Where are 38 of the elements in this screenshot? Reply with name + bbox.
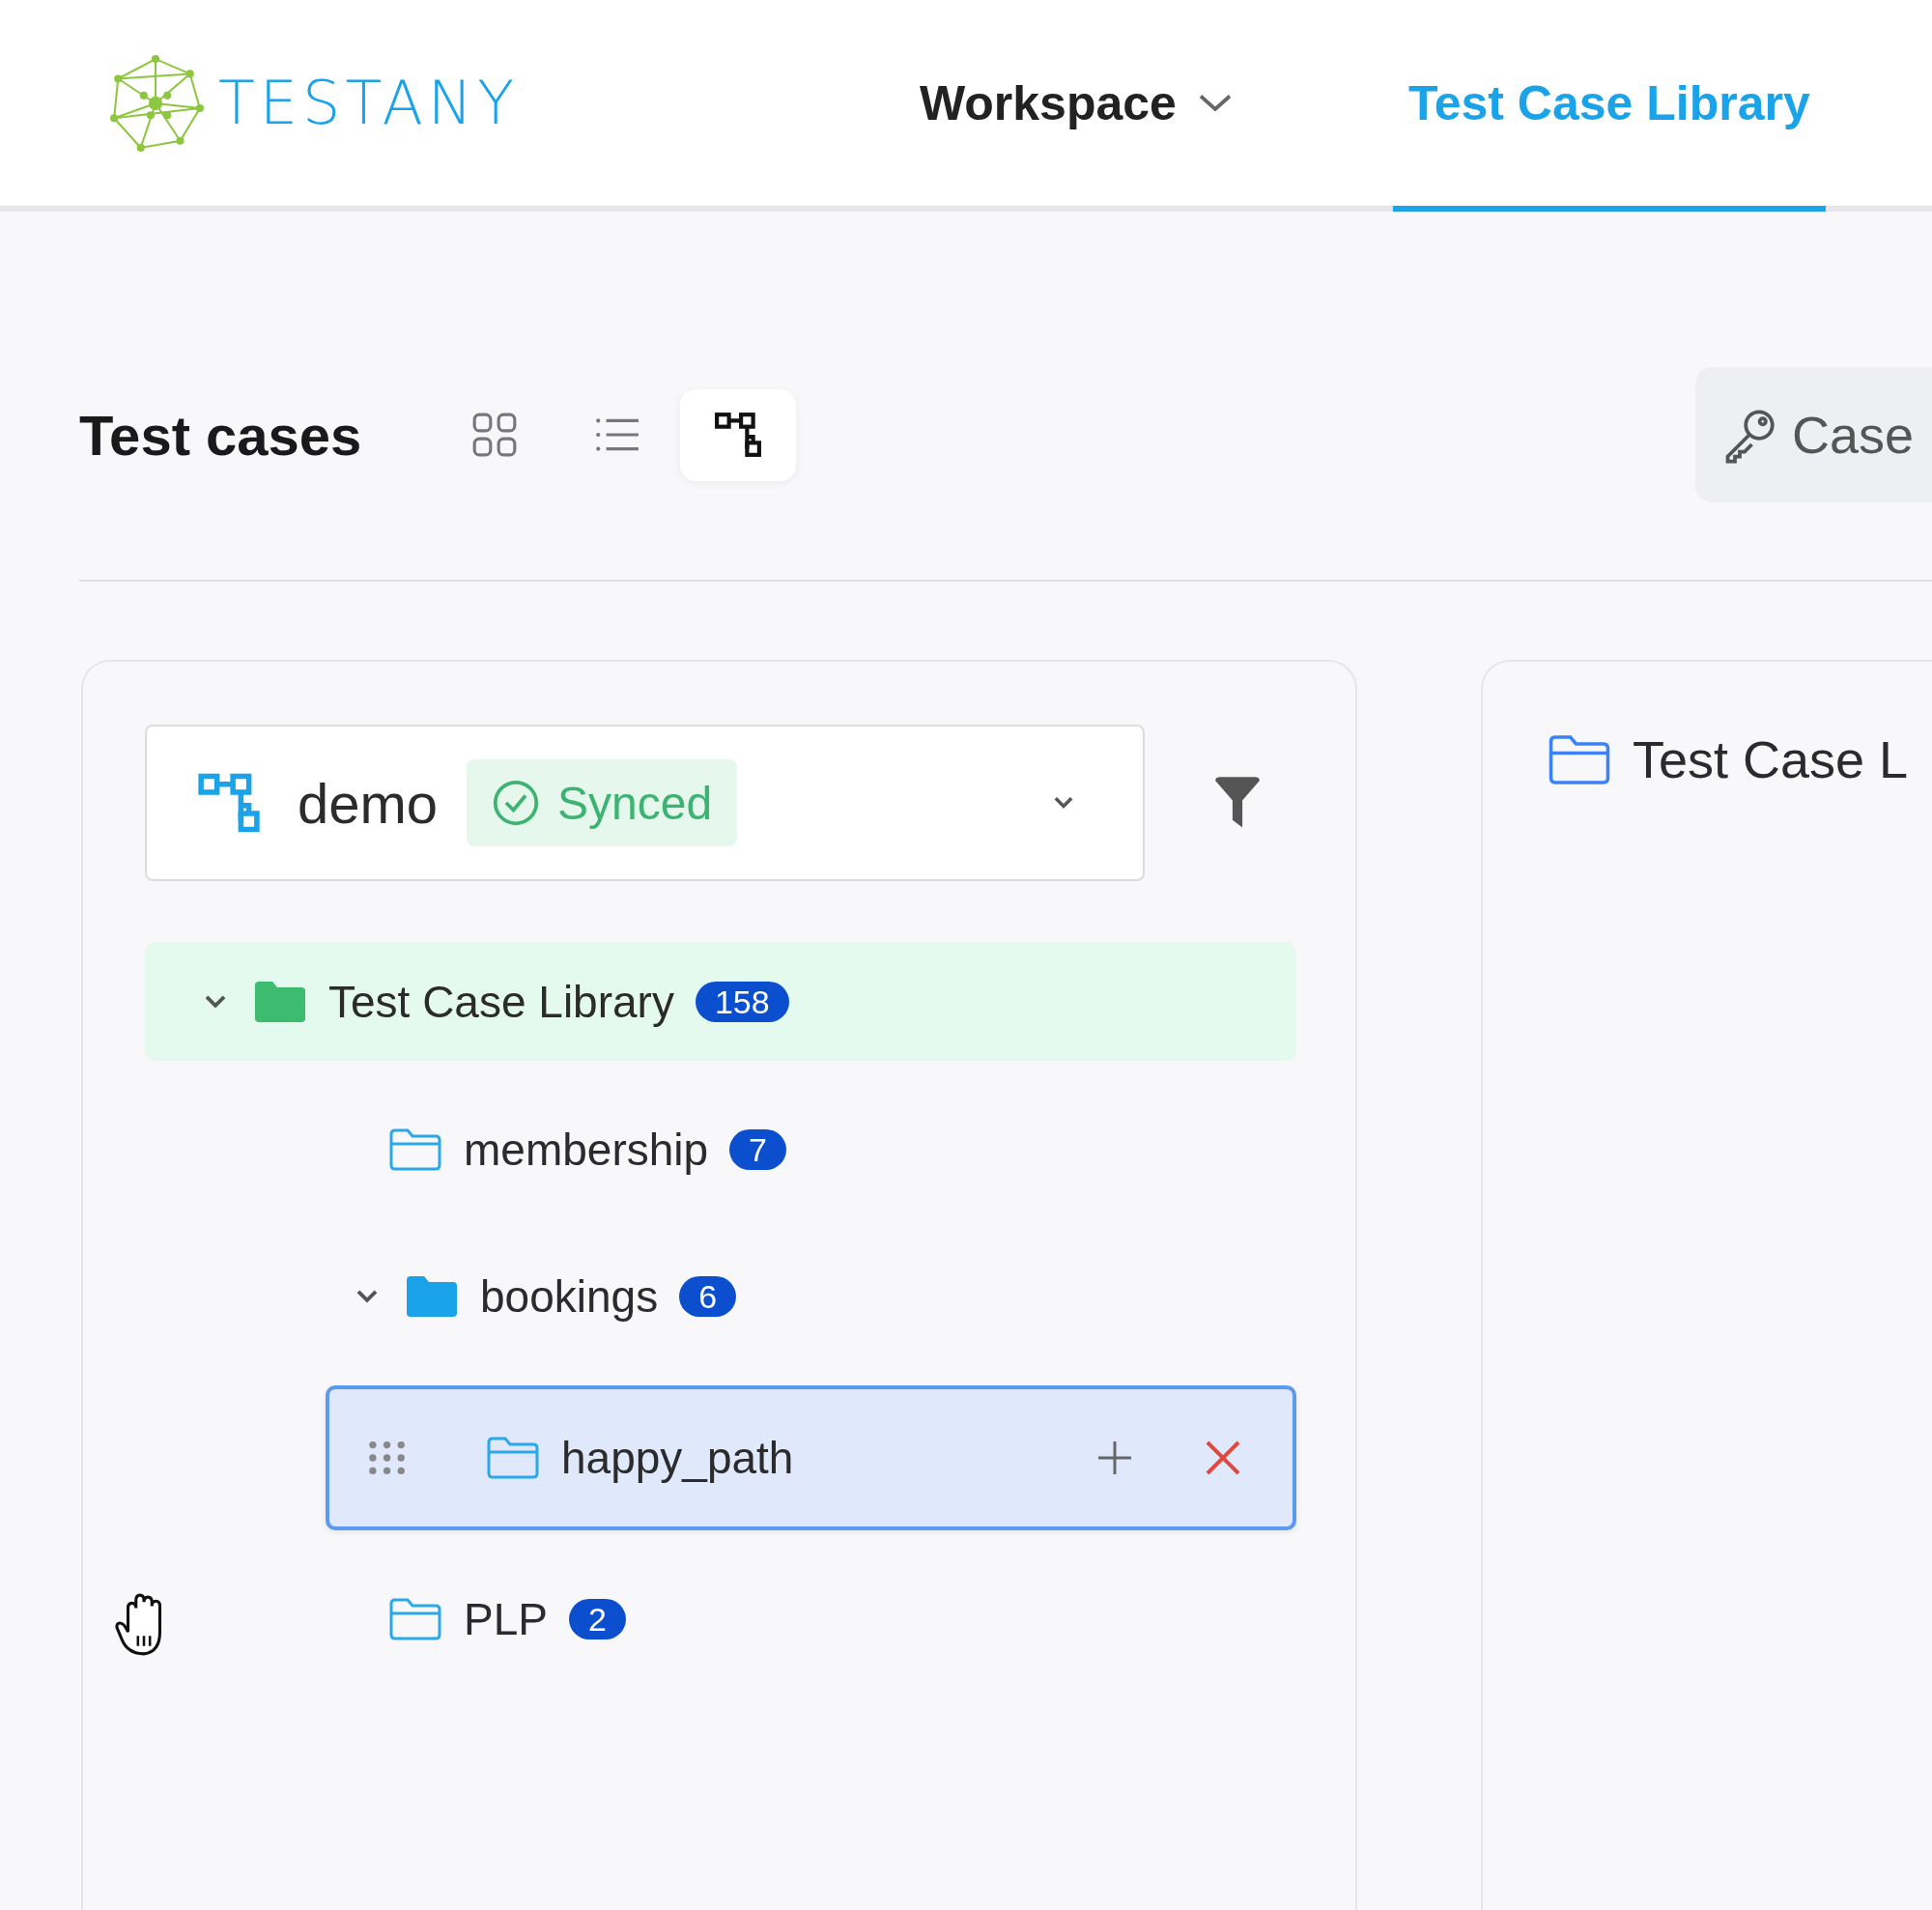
folder-name: bookings — [480, 1270, 659, 1323]
detail-title: Test Case L — [1633, 729, 1909, 789]
tree-view-button[interactable] — [680, 388, 796, 481]
filter-icon[interactable] — [1212, 776, 1263, 830]
folder-name: happy_path — [561, 1432, 794, 1484]
logo-text: TESTANY — [218, 68, 520, 138]
folder-icon — [486, 1436, 540, 1480]
count-badge: 2 — [568, 1599, 626, 1639]
folder-icon — [388, 1597, 442, 1641]
tree-item[interactable]: Test Case Library 158 — [145, 942, 1296, 1061]
case-button[interactable]: Case — [1695, 367, 1932, 502]
project-name: demo — [298, 770, 439, 836]
nav-tab[interactable]: Workspace — [904, 0, 1248, 212]
folder-icon — [1548, 732, 1611, 786]
folder-name: Test Case Library — [328, 975, 674, 1028]
chevron-down-icon[interactable] — [355, 1288, 380, 1305]
folder-icon — [253, 979, 307, 1024]
add-icon[interactable] — [1095, 1439, 1134, 1477]
project-select[interactable]: demo Synced — [145, 725, 1145, 881]
folder-icon — [388, 1127, 442, 1172]
count-badge: 6 — [679, 1276, 737, 1317]
count-badge: 7 — [729, 1129, 786, 1170]
tree-item[interactable]: happy_path — [326, 1385, 1296, 1530]
close-icon[interactable] — [1204, 1439, 1242, 1477]
folder-name: PLP — [464, 1593, 548, 1645]
folder-name: membership — [464, 1124, 709, 1176]
check-circle-icon — [492, 779, 541, 827]
count-badge: 158 — [695, 981, 789, 1022]
chevron-down-icon — [1197, 92, 1233, 114]
tree-item[interactable]: membership 7 — [145, 1092, 1296, 1208]
tree-item[interactable]: bookings 6 — [145, 1239, 1296, 1354]
tree-icon — [714, 411, 762, 459]
page-title: Test cases — [79, 402, 363, 468]
synced-status: Synced — [467, 759, 738, 846]
tree-icon — [197, 771, 261, 835]
folder-icon — [405, 1274, 459, 1319]
grid-icon — [470, 411, 519, 459]
chevron-down-icon — [1052, 796, 1075, 810]
